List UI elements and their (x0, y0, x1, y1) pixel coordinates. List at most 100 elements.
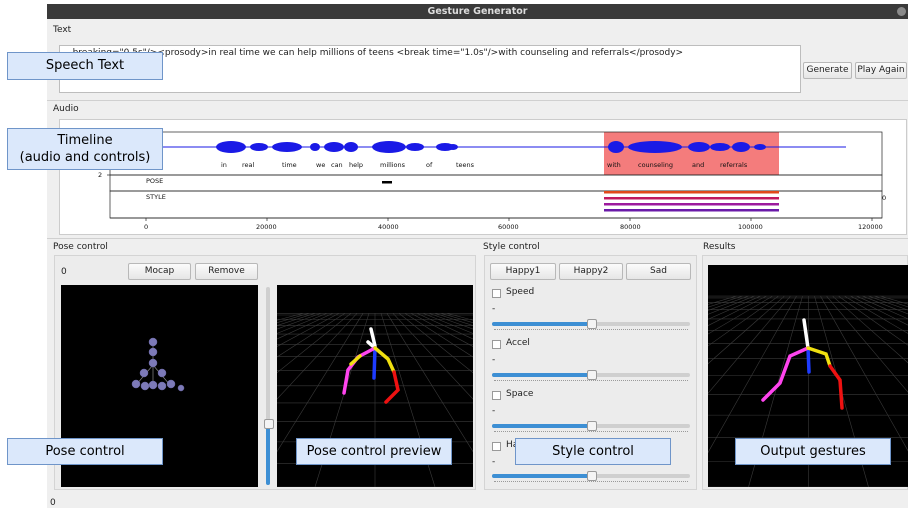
x-tick-label: 20000 (256, 223, 277, 231)
pose-track-label: POSE (146, 177, 163, 185)
pose-track[interactable] (110, 175, 882, 191)
waveform-segment (628, 141, 682, 153)
accel-slider-fill (492, 373, 591, 377)
style-bar[interactable] (604, 191, 779, 194)
timeline-callout-line2: (audio and controls) (8, 149, 162, 166)
accel-label: Accel (506, 338, 530, 348)
speech-text-callout: Speech Text (7, 52, 163, 80)
audio-section-label: Audio (53, 104, 79, 114)
pose-control-section-label: Pose control (53, 242, 108, 252)
pose-frame-slider-handle[interactable] (264, 419, 274, 429)
ha-slider-fill (492, 474, 591, 478)
style-bar[interactable] (604, 209, 779, 212)
x-tick-label: 40000 (378, 223, 399, 231)
space-slider-fill (492, 424, 591, 428)
accel-slider[interactable] (492, 373, 690, 377)
ha-slider[interactable] (492, 474, 690, 478)
waveform-segment (250, 143, 268, 151)
text-section-label: Text (53, 25, 71, 35)
style-control-callout: Style control (515, 438, 671, 465)
slider-ticks (494, 479, 688, 482)
timeline-panel[interactable]: in real time we can help millions of tee… (59, 119, 907, 235)
style-control-section-label: Style control (483, 242, 540, 252)
pose-joint[interactable] (158, 382, 166, 390)
speed-checkbox[interactable] (492, 289, 501, 298)
waveform-segment (754, 144, 766, 150)
x-tick-label: 80000 (620, 223, 641, 231)
word-label: time (282, 161, 297, 169)
remove-button[interactable]: Remove (195, 263, 258, 280)
window-title: Gesture Generator (428, 6, 528, 17)
window-titlebar: Gesture Generator (47, 4, 908, 19)
word-label: and (692, 161, 704, 169)
pose-joint[interactable] (132, 380, 140, 388)
waveform-segment (272, 142, 302, 152)
slider-ticks (494, 378, 688, 381)
right-tick-label: 0 (882, 194, 886, 202)
happy1-button[interactable]: Happy1 (490, 263, 556, 280)
pose-frame-slider-fill (266, 425, 270, 485)
waveform-segment (688, 142, 710, 152)
space-slider[interactable] (492, 424, 690, 428)
waveform-segment (216, 141, 246, 153)
waveform-segment (324, 142, 344, 152)
happy2-button[interactable]: Happy2 (559, 263, 623, 280)
pose-joint[interactable] (167, 380, 175, 388)
word-label: real (242, 161, 255, 169)
output-skeleton (708, 288, 908, 510)
style-bar[interactable] (604, 203, 779, 206)
space-label: Space (506, 389, 533, 399)
pose-joint[interactable] (149, 381, 157, 389)
ha-dash: - (492, 457, 495, 467)
waveform-segment (448, 144, 458, 150)
play-again-button[interactable]: Play Again (855, 62, 907, 79)
slider-ticks (494, 429, 688, 432)
pose-control-callout: Pose control (7, 438, 163, 465)
timeline-callout-line1: Timeline (8, 132, 162, 149)
space-checkbox[interactable] (492, 391, 501, 400)
timeline-graph[interactable]: in real time we can help millions of tee… (60, 120, 906, 234)
speed-slider-fill (492, 322, 591, 326)
pose-frame-slider[interactable] (266, 287, 270, 485)
word-label: can (331, 161, 343, 169)
pose-joint[interactable] (178, 385, 184, 391)
waveform-segment (344, 142, 358, 152)
pose-joint[interactable] (149, 338, 157, 346)
pose-joint[interactable] (158, 369, 166, 377)
ha-checkbox[interactable] (492, 442, 501, 451)
word-label: millions (380, 161, 406, 169)
sad-button[interactable]: Sad (626, 263, 691, 280)
frame-value: 0 (61, 267, 67, 277)
pose-preview-callout: Pose control preview (296, 438, 452, 465)
style-bar[interactable] (604, 197, 779, 200)
word-label: with (607, 161, 621, 169)
speed-label: Speed (506, 287, 534, 297)
speed-slider[interactable] (492, 322, 690, 326)
mocap-button[interactable]: Mocap (128, 263, 191, 280)
generate-button[interactable]: Generate (803, 62, 852, 79)
waveform-segment (310, 143, 320, 151)
word-label: teens (456, 161, 475, 169)
close-icon[interactable] (897, 7, 906, 16)
word-label: help (349, 161, 363, 169)
pose-joint[interactable] (141, 382, 149, 390)
status-value: 0 (50, 498, 56, 508)
x-tick-label: 120000 (858, 223, 883, 231)
accel-checkbox[interactable] (492, 340, 501, 349)
output-gestures-callout: Output gestures (735, 438, 891, 465)
word-label: counseling (638, 161, 673, 169)
space-dash: - (492, 406, 495, 416)
timeline-callout: Timeline (audio and controls) (7, 128, 163, 170)
pose-joint[interactable] (140, 369, 148, 377)
pose-joint[interactable] (149, 348, 157, 356)
speech-text-input[interactable]: ...breaking="0.5s"/><prosody>in real tim… (59, 45, 801, 93)
speed-dash: - (492, 304, 495, 314)
results-section-label: Results (703, 242, 736, 252)
word-label: in (221, 161, 227, 169)
pose-keyframe-marker[interactable] (382, 181, 392, 184)
divider (47, 100, 908, 101)
waveform-segment (608, 141, 624, 153)
pose-joint[interactable] (149, 359, 157, 367)
waveform-segment (406, 143, 424, 151)
waveform-segment (732, 142, 750, 152)
